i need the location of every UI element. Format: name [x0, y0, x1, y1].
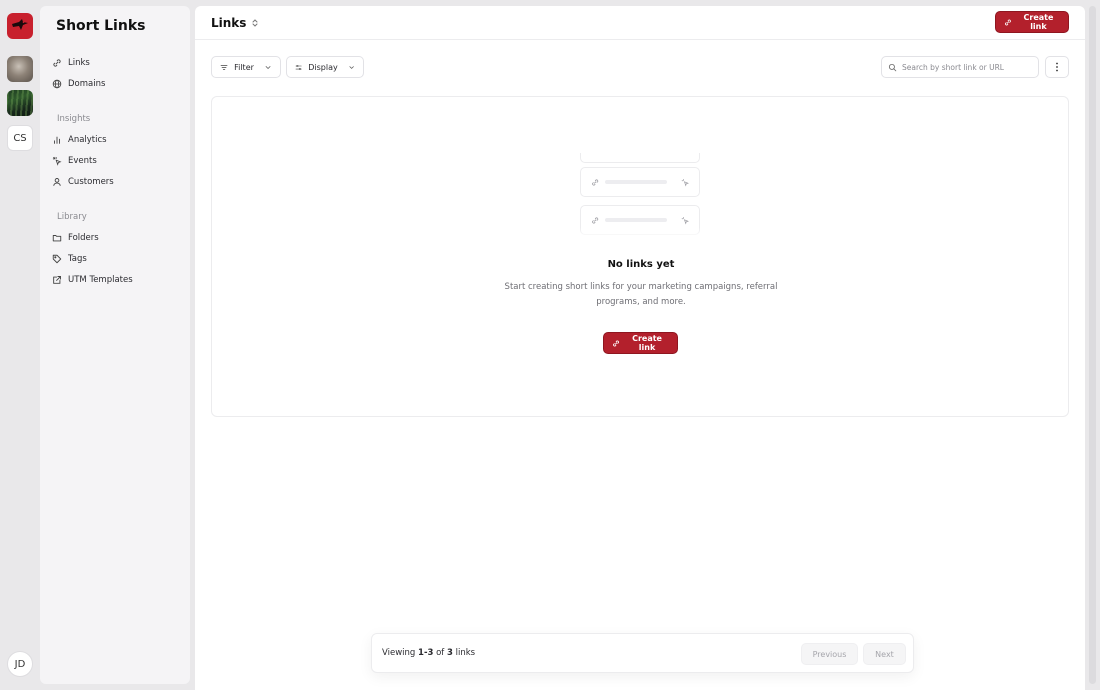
cursor-rays-icon: [681, 216, 689, 225]
globe-icon: [52, 79, 62, 89]
create-link-label: Create link: [1023, 13, 1054, 31]
sidebar-item-label: Tags: [68, 254, 87, 264]
workspace-initials: CS: [13, 132, 27, 144]
pagination-suffix: links: [455, 648, 476, 658]
filter-label: Filter: [234, 62, 254, 72]
link-icon: [592, 178, 599, 186]
more-vertical-icon: [1056, 62, 1058, 72]
link-icon: [592, 216, 599, 224]
window-scrollbar[interactable]: [1085, 0, 1100, 690]
link-icon: [53, 59, 61, 67]
next-page-button[interactable]: Next: [863, 643, 906, 665]
pagination-prefix: Viewing: [382, 648, 416, 658]
workspace-photo-button-1[interactable]: [7, 56, 33, 82]
create-link-label: Create link: [632, 334, 662, 352]
empty-create-link-button[interactable]: Create link: [603, 332, 678, 354]
sidebar: Short Links Links Domains Insights Analy…: [40, 6, 190, 684]
sliders-icon: [295, 64, 302, 70]
empty-state-title: No links yet: [607, 259, 675, 270]
previous-page-button[interactable]: Previous: [801, 643, 858, 665]
link-icon: [1005, 19, 1011, 25]
sidebar-item-label: Events: [68, 156, 97, 166]
main-panel: Links Create link Filter Display Search …: [195, 6, 1085, 690]
empty-state: No links yet Start creating short links …: [211, 96, 1069, 417]
sidebar-item-label: Links: [68, 58, 90, 68]
workspace-photo-button-2[interactable]: [7, 90, 33, 116]
sidebar-item-analytics[interactable]: Analytics: [52, 131, 180, 149]
folder-icon: [52, 235, 62, 242]
workspace-cs-button[interactable]: CS: [7, 125, 33, 151]
sidebar-item-label: Domains: [68, 79, 106, 89]
illustration-card: [580, 153, 700, 163]
sidebar-item-events[interactable]: Events: [52, 152, 180, 170]
external-link-icon: [53, 276, 61, 284]
sidebar-item-utm-templates[interactable]: UTM Templates: [52, 271, 180, 289]
pagination-of: of: [436, 648, 445, 658]
illustration-fade: [580, 227, 702, 239]
pagination-bar: Viewing 1-3 of 3 links Previous Next: [371, 633, 914, 673]
pagination-total: 3: [447, 648, 453, 658]
user-avatar[interactable]: JD: [7, 651, 33, 677]
empty-illustration: [580, 153, 702, 239]
page-title-switcher[interactable]: Links: [211, 16, 259, 30]
more-options-button[interactable]: [1045, 56, 1069, 78]
sidebar-section-insights: Insights: [57, 114, 91, 124]
display-button[interactable]: Display: [286, 56, 364, 78]
sidebar-item-label: UTM Templates: [68, 275, 133, 285]
cursor-rays-icon: [681, 178, 689, 187]
filter-button[interactable]: Filter: [211, 56, 281, 78]
pagination-summary: Viewing 1-3 of 3 links: [382, 648, 475, 658]
sidebar-item-domains[interactable]: Domains: [52, 75, 180, 93]
scrollbar-thumb[interactable]: [1089, 6, 1096, 684]
chevron-up-down-icon: [252, 19, 258, 27]
illustration-card: [580, 167, 700, 197]
chevron-down-icon: [265, 65, 271, 69]
sidebar-item-folders[interactable]: Folders: [52, 229, 180, 247]
create-link-button[interactable]: Create link: [995, 11, 1069, 33]
empty-state-description: Start creating short links for your mark…: [504, 282, 778, 307]
workspace-logo-button[interactable]: [7, 13, 33, 39]
sidebar-section-library: Library: [57, 212, 87, 222]
topbar: Links Create link: [195, 6, 1085, 40]
workspace-rail: CS JD: [0, 0, 40, 690]
sidebar-item-links[interactable]: Links: [52, 54, 180, 72]
search-box: [881, 56, 1039, 78]
user-icon: [53, 178, 61, 186]
tag-icon: [52, 254, 62, 264]
illustration-bar: [605, 218, 667, 222]
sidebar-item-label: Folders: [68, 233, 99, 243]
link-icon: [613, 340, 620, 346]
bar-chart-icon: [54, 136, 60, 144]
display-label: Display: [308, 62, 338, 72]
filter-icon: [220, 64, 228, 70]
pagination-range: 1-3: [418, 648, 434, 658]
illustration-bar: [605, 180, 667, 184]
cursor-rays-icon: [52, 156, 62, 166]
sidebar-item-tags[interactable]: Tags: [52, 250, 180, 268]
sidebar-item-customers[interactable]: Customers: [52, 173, 180, 191]
search-icon: [888, 63, 897, 71]
user-initials: JD: [14, 658, 26, 670]
sidebar-title: Short Links: [56, 18, 146, 34]
sidebar-item-label: Analytics: [68, 135, 107, 145]
bird-logo-icon: [12, 19, 28, 30]
page-title: Links: [211, 16, 247, 30]
chevron-down-icon: [349, 65, 354, 69]
search-input[interactable]: [902, 62, 1032, 72]
sidebar-item-label: Customers: [68, 177, 114, 187]
